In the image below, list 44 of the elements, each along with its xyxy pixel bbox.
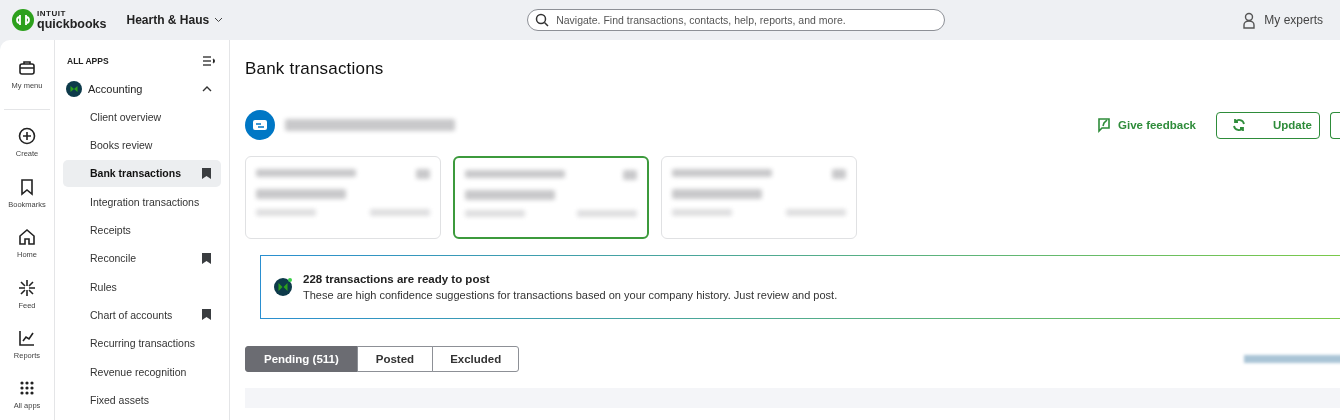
bookmark-icon[interactable] (202, 168, 211, 179)
bookmark-icon (18, 177, 36, 196)
banner-title: 228 transactions are ready to post (303, 273, 491, 285)
quickbooks-logo[interactable]: INTUIT quickbooks (12, 9, 107, 31)
search-field[interactable]: Navigate. Find transactions, contacts, help, reports, and more. (527, 9, 946, 31)
tab[interactable]: Pending (511) (245, 346, 358, 372)
collapse-icon[interactable] (203, 56, 215, 66)
nav-item[interactable]: Integration transactions (63, 188, 221, 216)
bookmark-icon[interactable] (202, 309, 211, 321)
ai-assistant-icon (273, 277, 293, 297)
chat-pencil-icon (1096, 117, 1112, 133)
my-experts-button[interactable]: My experts (1242, 11, 1323, 29)
line-chart-icon (18, 328, 36, 347)
bookmark-icon[interactable] (202, 252, 211, 264)
update-button[interactable]: Update (1216, 111, 1320, 139)
home-icon (18, 228, 36, 247)
account-card[interactable] (453, 156, 649, 239)
nav-item[interactable]: Client overview (63, 103, 221, 131)
nav-item[interactable]: Books review (63, 131, 221, 159)
person-icon (1242, 11, 1257, 29)
nav-item[interactable]: Rules (63, 273, 221, 301)
company-switcher[interactable]: Hearth & Haus (126, 13, 224, 27)
bank-card-icon (245, 110, 275, 140)
page-title: Bank transactions (245, 59, 385, 79)
nav-item[interactable]: Chart of accounts (63, 301, 221, 329)
chevron-icon (202, 86, 212, 92)
nav-item[interactable]: Reconcile (63, 245, 221, 272)
nav-item[interactable]: Recurring transactions (63, 329, 221, 357)
nav-item[interactable]: Bank transactions (63, 160, 221, 187)
briefcase-icon (18, 58, 36, 77)
nav-item[interactable]: Receipts (63, 216, 221, 244)
app-logo-icon (66, 81, 82, 97)
section-heading: ALL APPS (67, 56, 109, 66)
banner-text: These are high confidence suggestions for transactions based on your company history. Just review and post. (303, 289, 838, 301)
refresh-icon (1231, 117, 1247, 133)
chevron-down-icon (214, 17, 224, 23)
tab[interactable]: Excluded (432, 346, 520, 372)
plus-circle-icon (18, 127, 36, 146)
give-feedback-button[interactable]: Give feedback (1096, 117, 1196, 133)
nav-item[interactable]: Fixed assets (63, 386, 221, 414)
tab[interactable]: Posted (356, 346, 434, 372)
nav-item[interactable]: Revenue recognition (63, 358, 221, 385)
sparkle-icon (18, 278, 36, 297)
accounting-section[interactable]: Accounting (63, 76, 221, 102)
